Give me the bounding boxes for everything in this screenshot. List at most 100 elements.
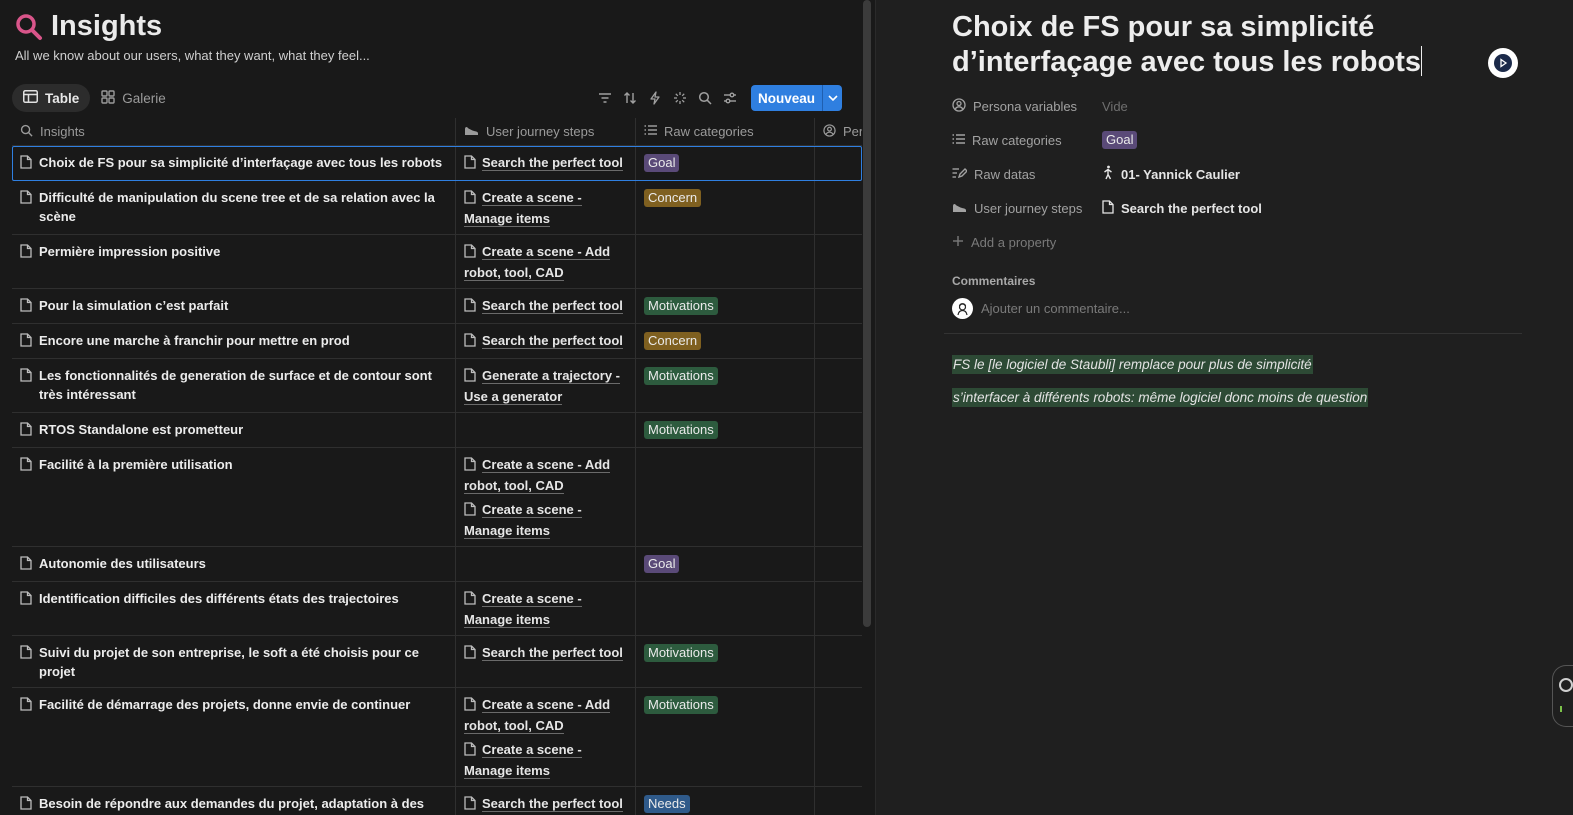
table-row[interactable]: Permière impression positive Create a sce… <box>12 235 862 289</box>
cell-categories[interactable]: Motivations <box>636 413 815 447</box>
cell-journey[interactable]: Generate a trajectory - Use a generator <box>456 359 636 412</box>
cell-categories[interactable]: Concern <box>636 324 815 358</box>
cell-insight[interactable]: Autonomie des utilisateurs <box>12 547 456 581</box>
add-property-button[interactable]: Add a property <box>952 225 1512 259</box>
insight-title[interactable]: Les fonctionnalités de generation de sur… <box>39 366 447 404</box>
cell-categories[interactable]: Goal <box>636 547 815 581</box>
cell-persona[interactable] <box>815 413 862 447</box>
table-row[interactable]: Difficulté de manipulation du scene tree… <box>12 181 862 235</box>
cell-categories[interactable] <box>636 235 815 288</box>
cell-categories[interactable]: Motivations <box>636 359 815 412</box>
journey-step-link[interactable]: Search the perfect tool <box>464 331 627 352</box>
cell-journey[interactable]: Create a scene - Add robot, tool, CAD Cre… <box>456 688 636 786</box>
chevron-down-icon[interactable] <box>822 85 842 111</box>
cell-insight[interactable]: Facilité de démarrage des projets, donne… <box>12 688 456 786</box>
category-tag[interactable]: Needs <box>644 795 690 813</box>
journey-step-link[interactable]: Create a scene - Add robot, tool, CAD <box>464 242 627 282</box>
cell-insight[interactable]: Encore une marche à franchir pour mettre… <box>12 324 456 358</box>
settings-icon[interactable] <box>718 86 743 110</box>
highlighted-paragraph[interactable]: FS le [le logiciel de Staubli] remplace … <box>952 355 1313 374</box>
journey-step-link[interactable]: Create a scene - Add robot, tool, CAD <box>464 455 627 495</box>
tab-table-view[interactable]: Table <box>12 84 91 112</box>
table-row[interactable]: Les fonctionnalités de generation de sur… <box>12 359 862 413</box>
journey-step-link[interactable]: Create a scene - Manage items <box>464 500 627 540</box>
journey-step-link[interactable]: Create a scene - Manage items <box>464 740 627 780</box>
property-categories[interactable]: Raw categories Goal <box>952 123 1512 157</box>
category-tag[interactable]: Concern <box>644 189 702 207</box>
journey-step-link[interactable]: Search the perfect tool <box>464 643 627 664</box>
category-tag[interactable]: Motivations <box>644 367 718 385</box>
cell-insight[interactable]: Besoin de répondre aux demandes du proje… <box>12 787 456 815</box>
table-row[interactable]: Encore une marche à franchir pour mettre… <box>12 324 862 359</box>
insight-title[interactable]: Encore une marche à franchir pour mettre… <box>39 331 350 352</box>
category-tag[interactable]: Goal <box>1102 131 1138 149</box>
cell-persona[interactable] <box>815 181 862 234</box>
cell-categories[interactable]: Concern <box>636 181 815 234</box>
property-value[interactable]: Search the perfect tool <box>1121 201 1262 216</box>
cell-categories[interactable]: Motivations <box>636 289 815 323</box>
journey-step-link[interactable]: Create a scene - Manage items <box>464 188 627 228</box>
table-row[interactable]: Facilité de démarrage des projets, donne… <box>12 688 862 787</box>
new-item-button[interactable]: Nouveau <box>750 85 842 111</box>
sort-icon[interactable] <box>618 86 643 110</box>
cell-persona[interactable] <box>815 787 862 815</box>
ai-sparkle-icon[interactable] <box>668 86 693 110</box>
cell-journey[interactable]: Search the perfect tool <box>456 289 636 323</box>
highlighted-paragraph[interactable]: s’interfacer à différents robots: même l… <box>952 388 1369 407</box>
category-tag[interactable]: Concern <box>644 332 702 350</box>
insight-title[interactable]: Identification difficiles des différents… <box>39 589 399 610</box>
cell-insight[interactable]: Permière impression positive <box>12 235 456 288</box>
table-row[interactable]: Autonomie des utilisateurs Goal <box>12 547 862 582</box>
page-body[interactable]: FS le [le logiciel de Staubli] remplace … <box>952 355 1369 421</box>
category-tag[interactable]: Motivations <box>644 644 718 662</box>
cell-journey[interactable] <box>456 547 636 581</box>
cell-categories[interactable]: Motivations <box>636 688 815 786</box>
insight-title[interactable]: RTOS Standalone est prometteur <box>39 420 243 441</box>
table-row[interactable]: Choix de FS pour sa simplicité d’interfa… <box>12 146 862 181</box>
property-raw-datas[interactable]: Raw datas 01- Yannick Caulier <box>952 157 1512 191</box>
insight-title[interactable]: Facilité de démarrage des projets, donne… <box>39 695 410 716</box>
cell-insight[interactable]: RTOS Standalone est prometteur <box>12 413 456 447</box>
cell-persona[interactable] <box>815 146 862 180</box>
cell-categories[interactable]: Needs <box>636 787 815 815</box>
insight-title[interactable]: Permière impression positive <box>39 242 220 263</box>
insight-title[interactable]: Suivi du projet de son entreprise, le so… <box>39 643 447 681</box>
cell-journey[interactable]: Create a scene - Add robot, tool, CAD Cre… <box>456 448 636 546</box>
journey-step-link[interactable]: Generate a trajectory - Use a generator <box>464 366 627 406</box>
cell-categories[interactable] <box>636 448 815 546</box>
comment-input[interactable]: Ajouter un commentaire... <box>952 298 1130 319</box>
insight-title[interactable]: Choix de FS pour sa simplicité d’interfa… <box>39 153 442 174</box>
cell-insight[interactable]: Choix de FS pour sa simplicité d’interfa… <box>12 146 456 180</box>
journey-step-link[interactable]: Create a scene - Manage items <box>464 589 627 629</box>
cell-persona[interactable] <box>815 582 862 635</box>
cell-insight[interactable]: Facilité à la première utilisation <box>12 448 456 546</box>
category-tag[interactable]: Goal <box>644 555 680 573</box>
cell-persona[interactable] <box>815 636 862 687</box>
journey-step-link[interactable]: Search the perfect tool <box>464 153 627 174</box>
cell-persona[interactable] <box>815 324 862 358</box>
page-title[interactable]: Choix de FS pour sa simplicité d’interfa… <box>952 10 1432 80</box>
table-row[interactable]: Identification difficiles des différents… <box>12 582 862 636</box>
cell-insight[interactable]: Les fonctionnalités de generation de sur… <box>12 359 456 412</box>
table-row[interactable]: Facilité à la première utilisation Create… <box>12 448 862 547</box>
play-icon[interactable] <box>1488 48 1518 78</box>
vertical-scrollbar[interactable] <box>863 0 871 627</box>
insight-title[interactable]: Pour la simulation c’est parfait <box>39 296 228 317</box>
table-row[interactable]: Besoin de répondre aux demandes du proje… <box>12 787 862 815</box>
journey-step-link[interactable]: Create a scene - Add robot, tool, CAD <box>464 695 627 735</box>
cell-insight[interactable]: Pour la simulation c’est parfait <box>12 289 456 323</box>
property-journey[interactable]: User journey steps Search the perfect to… <box>952 191 1512 225</box>
cell-journey[interactable] <box>456 413 636 447</box>
cell-insight[interactable]: Suivi du projet de son entreprise, le so… <box>12 636 456 687</box>
cell-persona[interactable] <box>815 688 862 786</box>
cell-insight[interactable]: Identification difficiles des différents… <box>12 582 456 635</box>
database-title[interactable]: Insights <box>51 10 162 43</box>
cell-journey[interactable]: Search the perfect tool <box>456 324 636 358</box>
category-tag[interactable]: Motivations <box>644 297 718 315</box>
cell-persona[interactable] <box>815 448 862 546</box>
property-value[interactable]: Vide <box>1102 99 1128 114</box>
cell-persona[interactable] <box>815 289 862 323</box>
floating-side-widget[interactable] <box>1552 665 1573 727</box>
column-header-categories[interactable]: Raw categories <box>636 118 815 145</box>
automation-icon[interactable] <box>643 86 668 110</box>
